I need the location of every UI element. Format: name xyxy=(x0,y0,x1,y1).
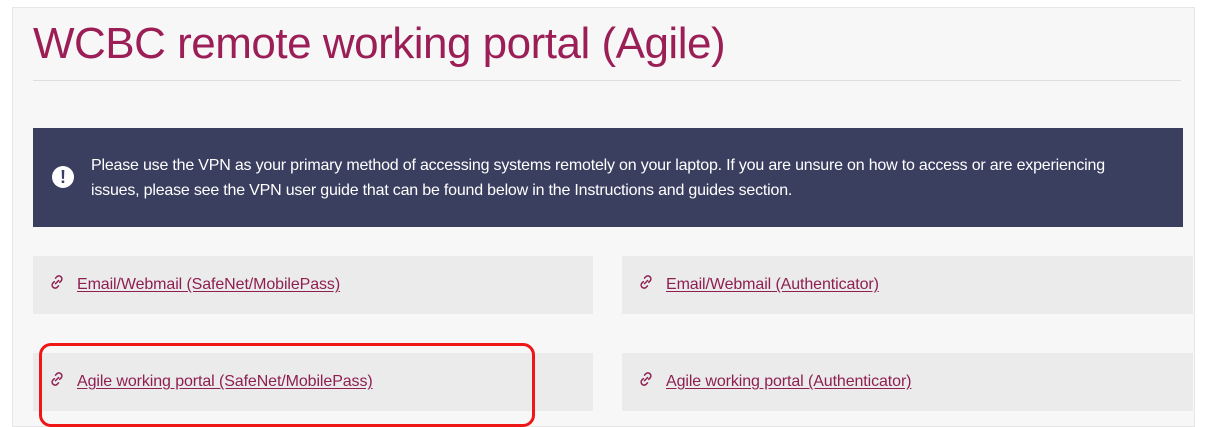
page-title: WCBC remote working portal (Agile) xyxy=(33,19,726,68)
portal-page: WCBC remote working portal (Agile) ! Ple… xyxy=(12,7,1195,427)
agile-working-portal-safenet-link[interactable]: Agile working portal (SafeNet/MobilePass… xyxy=(77,372,373,392)
link-card-email-safenet[interactable]: Email/Webmail (SafeNet/MobilePass) xyxy=(33,256,593,314)
title-divider xyxy=(33,80,1181,81)
link-icon xyxy=(640,275,652,289)
vpn-notice: ! Please use the VPN as your primary met… xyxy=(33,128,1183,227)
email-webmail-authenticator-link[interactable]: Email/Webmail (Authenticator) xyxy=(666,275,879,295)
email-webmail-safenet-link[interactable]: Email/Webmail (SafeNet/MobilePass) xyxy=(77,275,340,295)
link-card-agile-safenet[interactable]: Agile working portal (SafeNet/MobilePass… xyxy=(33,353,593,411)
notice-text: Please use the VPN as your primary metho… xyxy=(91,157,1105,199)
link-icon xyxy=(640,372,652,386)
link-icon xyxy=(51,275,63,289)
link-card-email-authenticator[interactable]: Email/Webmail (Authenticator) xyxy=(622,256,1193,314)
link-card-agile-authenticator[interactable]: Agile working portal (Authenticator) xyxy=(622,353,1193,411)
link-icon xyxy=(51,372,63,386)
agile-working-portal-authenticator-link[interactable]: Agile working portal (Authenticator) xyxy=(666,372,912,392)
exclamation-circle-icon: ! xyxy=(52,166,74,188)
